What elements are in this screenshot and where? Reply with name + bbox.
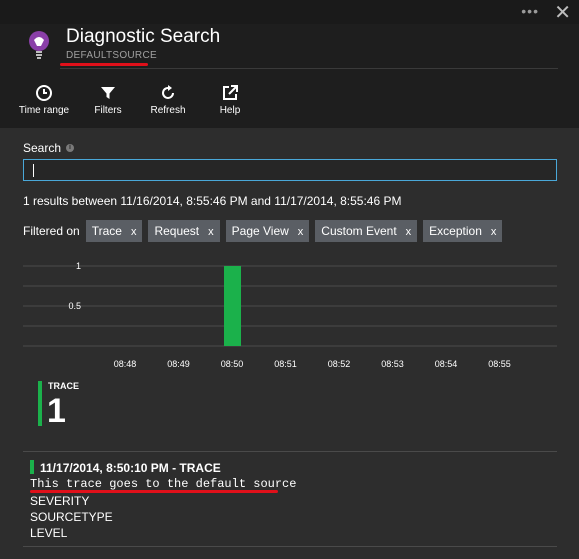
y-tick-label: 0.5: [68, 301, 81, 311]
kpi-value[interactable]: 1: [47, 392, 66, 431]
filter-chip-exception[interactable]: Exception x: [423, 220, 503, 242]
filter-chip-page-view[interactable]: Page View x: [225, 220, 310, 242]
divider: [23, 451, 557, 452]
filtered-on-label: Filtered on: [23, 224, 80, 238]
filter-icon: [101, 87, 115, 99]
clock-icon: [36, 85, 52, 101]
header-divider: [60, 68, 558, 69]
x-tick-label: 08:51: [274, 359, 297, 369]
chip-label: Exception: [429, 224, 482, 238]
chip-label: Page View: [231, 224, 289, 238]
remove-icon[interactable]: x: [208, 226, 214, 238]
field-severity: SEVERITY: [30, 494, 90, 508]
result-title[interactable]: 11/17/2014, 8:50:10 PM - TRACE: [40, 461, 221, 475]
chip-label: Trace: [91, 224, 122, 238]
kpi-color-bar: [38, 381, 42, 426]
refresh-icon: [162, 85, 174, 99]
divider: [23, 546, 557, 547]
results-summary: 1 results between 11/16/2014, 8:55:46 PM…: [23, 194, 402, 208]
search-input[interactable]: [23, 159, 557, 181]
annotation-underline: [60, 63, 148, 66]
close-icon[interactable]: ✕: [554, 0, 571, 25]
filter-chip-trace[interactable]: Trace x: [85, 220, 143, 242]
events-chart[interactable]: 1 0.5 08:48 08:49 08:50 08:51 08:52 08:53 08:54 0…: [23, 252, 557, 372]
x-tick-label: 08:52: [328, 359, 351, 369]
external-link-icon: [223, 85, 238, 100]
chart-bar: [224, 266, 241, 346]
refresh-button[interactable]: Refresh: [138, 84, 198, 116]
annotation-underline: [30, 490, 278, 493]
result-message: This trace goes to the default source: [30, 477, 297, 491]
page-subtitle: DEFAULTSOURCE: [66, 50, 157, 61]
search-label: Search: [23, 141, 62, 155]
kpi-label: TRACE: [48, 381, 79, 391]
help-button[interactable]: Help: [200, 84, 260, 116]
help-label: Help: [219, 105, 241, 116]
info-icon[interactable]: i: [66, 144, 74, 152]
filter-bar: Filtered on Trace x Request x Page View x C…: [23, 220, 503, 242]
filters-button[interactable]: Filters: [78, 84, 138, 116]
toolbar: Time range Filters Refresh Help: [14, 84, 260, 116]
refresh-label: Refresh: [150, 105, 186, 116]
field-level: LEVEL: [30, 526, 68, 540]
time-range-button[interactable]: Time range: [14, 84, 74, 116]
remove-icon[interactable]: x: [406, 226, 412, 238]
text-cursor: [33, 164, 34, 177]
chip-label: Custom Event: [321, 224, 397, 238]
x-tick-label: 08:48: [114, 359, 137, 369]
remove-icon[interactable]: x: [298, 226, 304, 238]
blade-header: ••• ✕ Diagnostic Search DEFAULTSOURCE Ti…: [0, 0, 579, 128]
lightbulb-icon: [29, 31, 49, 59]
more-options-icon[interactable]: •••: [521, 3, 539, 19]
time-range-label: Time range: [18, 105, 70, 116]
filter-chip-request[interactable]: Request x: [148, 220, 220, 242]
page-title: Diagnostic Search: [66, 26, 221, 47]
y-tick-label: 1: [76, 261, 81, 271]
field-sourcetype: SOURCETYPE: [30, 510, 113, 524]
x-tick-label: 08:49: [167, 359, 190, 369]
filter-chip-custom-event[interactable]: Custom Event x: [315, 220, 418, 242]
x-tick-label: 08:53: [381, 359, 404, 369]
x-tick-label: 08:50: [221, 359, 244, 369]
remove-icon[interactable]: x: [131, 226, 137, 238]
x-tick-label: 08:55: [488, 359, 511, 369]
blade-topbar: ••• ✕: [0, 0, 579, 24]
x-tick-label: 08:54: [435, 359, 458, 369]
remove-icon[interactable]: x: [491, 226, 497, 238]
result-color-bar: [30, 460, 34, 474]
filters-label: Filters: [94, 105, 122, 116]
chip-label: Request: [154, 224, 200, 238]
